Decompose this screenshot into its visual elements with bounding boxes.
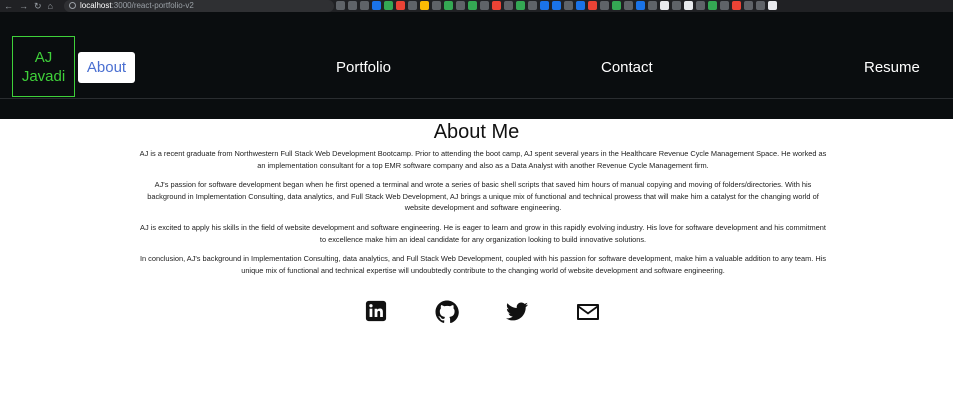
site-info-icon[interactable] — [69, 2, 76, 9]
twitter-icon[interactable] — [505, 300, 529, 324]
url-path: :3000/react-portfolio-v2 — [111, 1, 194, 10]
extension-icon[interactable] — [744, 1, 753, 10]
extension-icon[interactable] — [444, 1, 453, 10]
extension-icon[interactable] — [348, 1, 357, 10]
address-bar[interactable]: localhost:3000/react-portfolio-v2 — [64, 0, 334, 12]
extension-icon[interactable] — [648, 1, 657, 10]
extension-icon[interactable] — [432, 1, 441, 10]
extension-icon[interactable] — [480, 1, 489, 10]
nav-link-contact[interactable]: Contact — [601, 52, 653, 83]
extension-icon[interactable] — [600, 1, 609, 10]
extension-icon[interactable] — [636, 1, 645, 10]
site-navbar: AJ Javadi About Portfolio Contact Resume — [0, 12, 953, 119]
extension-icon[interactable] — [528, 1, 537, 10]
logo-first-name: AJ — [34, 48, 53, 66]
nav-link-resume[interactable]: Resume — [864, 52, 920, 83]
site-logo[interactable]: AJ Javadi — [12, 36, 75, 97]
forward-icon[interactable]: → — [19, 0, 28, 12]
browser-nav-buttons: ← → ↻ ⌂ — [0, 0, 53, 12]
extension-icon[interactable] — [612, 1, 621, 10]
extension-icon[interactable] — [372, 1, 381, 10]
extension-icon[interactable] — [516, 1, 525, 10]
extension-icon[interactable] — [720, 1, 729, 10]
about-title: About Me — [433, 121, 520, 143]
nav-link-about[interactable]: About — [78, 52, 135, 83]
navbar-divider — [0, 98, 953, 99]
back-icon[interactable]: ← — [4, 0, 13, 12]
email-icon[interactable] — [576, 300, 600, 324]
extension-icon[interactable] — [696, 1, 705, 10]
github-icon[interactable] — [435, 300, 459, 324]
extension-icon[interactable] — [672, 1, 681, 10]
extension-icon[interactable] — [660, 1, 669, 10]
extension-icon[interactable] — [768, 1, 777, 10]
url-host: localhost — [80, 1, 112, 10]
about-paragraph: AJ is a recent graduate from Northwester… — [139, 149, 827, 170]
extension-icon[interactable] — [684, 1, 693, 10]
linkedin-icon[interactable] — [365, 300, 389, 324]
extension-icon[interactable] — [624, 1, 633, 10]
extension-icon[interactable] — [360, 1, 369, 10]
logo-last-name: Javadi — [21, 67, 66, 85]
extension-icon[interactable] — [552, 1, 561, 10]
extension-icon[interactable] — [708, 1, 717, 10]
extension-icon[interactable] — [540, 1, 549, 10]
browser-toolbar: ← → ↻ ⌂ localhost:3000/react-portfolio-v… — [0, 0, 953, 12]
extension-icon[interactable] — [576, 1, 585, 10]
extension-icon[interactable] — [492, 1, 501, 10]
extension-icon[interactable] — [756, 1, 765, 10]
extension-icon[interactable] — [420, 1, 429, 10]
extension-icon[interactable] — [504, 1, 513, 10]
extension-icon[interactable] — [396, 1, 405, 10]
extension-icons — [336, 1, 777, 10]
extension-icon[interactable] — [336, 1, 345, 10]
about-paragraph: AJ's passion for software development be… — [147, 180, 819, 212]
home-icon[interactable]: ⌂ — [48, 0, 53, 12]
nav-link-portfolio[interactable]: Portfolio — [336, 52, 391, 83]
extension-icon[interactable] — [732, 1, 741, 10]
extension-icon[interactable] — [564, 1, 573, 10]
extension-icon[interactable] — [468, 1, 477, 10]
extension-icon[interactable] — [588, 1, 597, 10]
about-paragraph: AJ is excited to apply his skills in the… — [140, 223, 826, 244]
extension-icon[interactable] — [456, 1, 465, 10]
reload-icon[interactable]: ↻ — [34, 0, 42, 12]
extension-icon[interactable] — [384, 1, 393, 10]
about-paragraph: In conclusion, AJ's background in Implem… — [139, 254, 827, 275]
extension-icon[interactable] — [408, 1, 417, 10]
